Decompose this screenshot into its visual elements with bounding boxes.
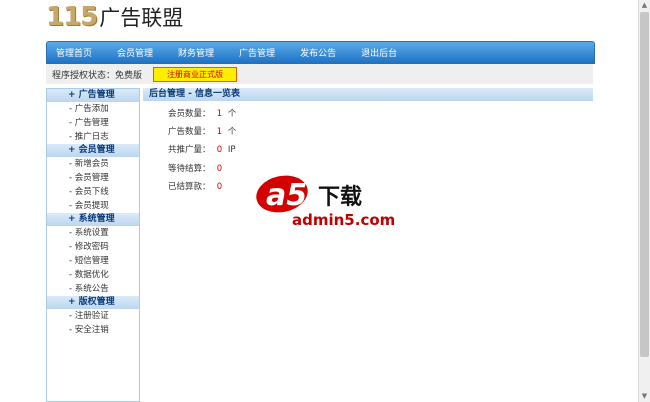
nav-ads[interactable]: 广告管理 [239, 46, 275, 59]
license-status-bar: 程序授权状态：免费版 注册商业正式版 [46, 64, 593, 84]
sidebar-item-manage-members[interactable]: - 会员管理 [47, 171, 139, 185]
license-status: 程序授权状态：免费版 [52, 70, 143, 81]
scroll-thumb[interactable] [640, 12, 649, 357]
nav-home[interactable]: 管理首页 [56, 46, 92, 59]
watermark-a5: a5 [266, 178, 307, 213]
scroll-down-icon[interactable]: ▼ [639, 391, 650, 402]
sidebar-item-withdraw[interactable]: - 会员提现 [47, 199, 139, 213]
nav-logout[interactable]: 退出后台 [361, 46, 397, 59]
a5-watermark-logo: a5 下载 admin5.com [256, 175, 395, 229]
stat-promo-total: 共推广量： 0 IP [168, 145, 236, 155]
watermark-url: admin5.com [292, 211, 395, 229]
sidebar-item-sms[interactable]: - 短信管理 [47, 254, 139, 268]
sidebar-item-add-ad[interactable]: - 广告添加 [47, 102, 139, 116]
top-nav: 管理首页 会员管理 财务管理 广告管理 发布公告 退出后台 [46, 41, 595, 64]
stat-pending-settlement: 等待结算： 0 [168, 164, 223, 174]
sidebar-item-downline[interactable]: - 会员下线 [47, 185, 139, 199]
sidebar-item-settings[interactable]: - 系统设置 [47, 226, 139, 240]
nav-members[interactable]: 会员管理 [117, 46, 153, 59]
sidebar-item-optimize[interactable]: - 数据优化 [47, 268, 139, 282]
scroll-up-icon[interactable]: ▲ [639, 0, 650, 11]
sidebar-section-system[interactable]: + 系统管理 [47, 213, 139, 226]
nav-finance[interactable]: 财务管理 [178, 46, 214, 59]
logo: 115 广告联盟 [46, 2, 183, 32]
register-commercial-button[interactable]: 注册商业正式版 [153, 67, 237, 82]
nav-announce[interactable]: 发布公告 [300, 46, 336, 59]
sidebar-item-secure-logout[interactable]: - 安全注销 [47, 323, 139, 337]
sidebar-item-manage-ads[interactable]: - 广告管理 [47, 116, 139, 130]
logo-number: 115 [46, 2, 98, 32]
sidebar-item-register-verify[interactable]: - 注册验证 [47, 309, 139, 323]
stat-member-count: 会员数量： 1 个 [168, 109, 237, 119]
main-panel-title: 后台管理 - 信息一览表 [143, 88, 593, 101]
sidebar-item-promo-log[interactable]: - 推广日志 [47, 130, 139, 144]
vertical-scrollbar[interactable]: ▲ ▼ [638, 0, 650, 402]
sidebar-item-system-notice[interactable]: - 系统公告 [47, 282, 139, 296]
sidebar-section-copyright[interactable]: + 版权管理 [47, 296, 139, 309]
stat-ad-count: 广告数量： 1 个 [168, 127, 237, 137]
sidebar-item-new-member[interactable]: - 新增会员 [47, 157, 139, 171]
sidebar: + 广告管理 - 广告添加 - 广告管理 - 推广日志 + 会员管理 - 新增会… [46, 88, 140, 402]
sidebar-section-ads[interactable]: + 广告管理 [47, 89, 139, 102]
sidebar-item-password[interactable]: - 修改密码 [47, 240, 139, 254]
watermark-download-cn: 下载 [318, 184, 362, 210]
logo-text: 广告联盟 [99, 6, 184, 30]
stat-settled-amount: 已结算款： 0 [168, 182, 223, 192]
sidebar-section-members[interactable]: + 会员管理 [47, 144, 139, 157]
